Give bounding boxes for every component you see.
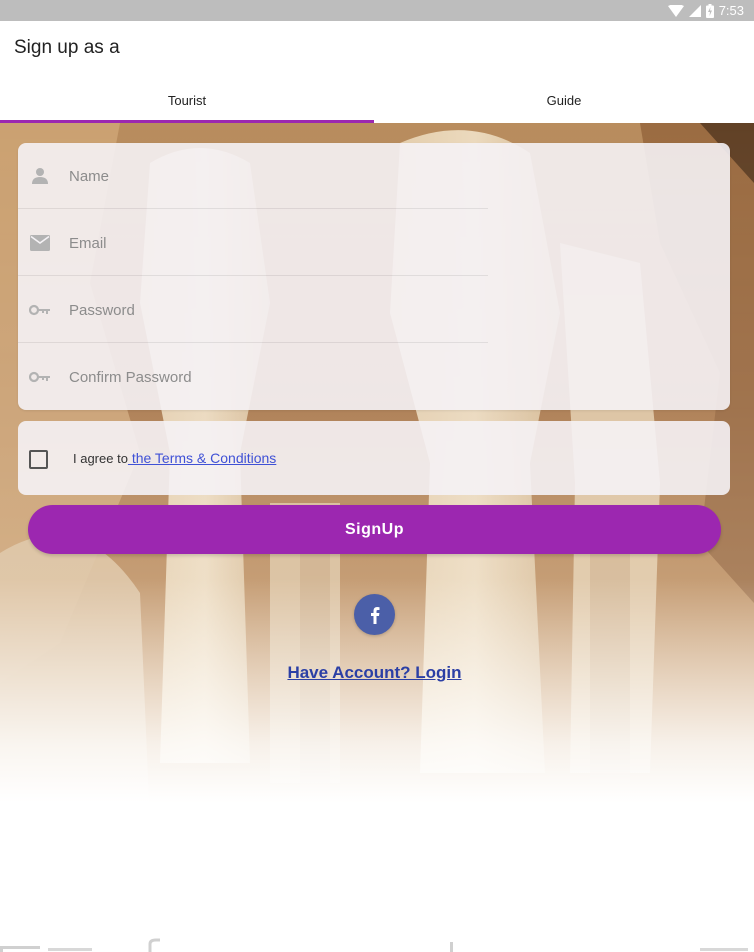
terms-text: I agree to the Terms & Conditions [73,450,276,466]
terms-link[interactable]: the Terms & Conditions [128,450,277,466]
wifi-icon [667,4,684,17]
terms-prefix: I agree to [73,451,128,466]
login-link-label: Have Account? Login [287,663,462,682]
tab-bar: Tourist Guide [0,77,754,123]
login-link[interactable]: Have Account? Login [0,663,749,683]
person-icon [28,164,52,188]
name-input[interactable] [67,155,491,197]
facebook-icon [370,606,379,624]
terms-card: I agree to the Terms & Conditions [18,421,730,495]
page-title: Sign up as a [14,37,120,58]
bottom-partial-content [0,936,754,952]
tab-guide[interactable]: Guide [374,77,754,123]
mail-icon [28,231,52,255]
tab-indicator [0,120,374,123]
password-input[interactable] [67,289,491,331]
tab-tourist-label: Tourist [167,92,207,108]
email-field [18,210,730,276]
email-input[interactable] [67,222,491,264]
signup-button[interactable]: SignUp [28,505,721,554]
confirm-password-field [18,344,730,410]
field-divider [18,342,488,343]
key-icon [28,298,52,322]
password-field [18,277,730,343]
battery-icon [705,3,714,18]
tab-tourist[interactable]: Tourist [0,77,374,123]
signal-icon [688,4,701,17]
field-divider [18,208,488,209]
confirm-password-input[interactable] [67,356,491,398]
status-bar: 7:53 [0,0,754,21]
signup-form-card [18,143,730,410]
status-icons: 7:53 [667,2,744,19]
app-bar: Sign up as a Tourist Guide [0,21,754,123]
status-time: 7:53 [718,3,744,18]
name-field [18,143,730,209]
signup-button-label: SignUp [345,520,404,538]
screen: 7:53 Sign up as a Tourist Guide Name Ema… [0,0,754,952]
tab-guide-label: Guide [546,92,582,108]
facebook-button[interactable] [354,594,395,635]
field-divider [18,275,488,276]
key-icon [28,365,52,389]
terms-checkbox[interactable] [29,450,48,469]
